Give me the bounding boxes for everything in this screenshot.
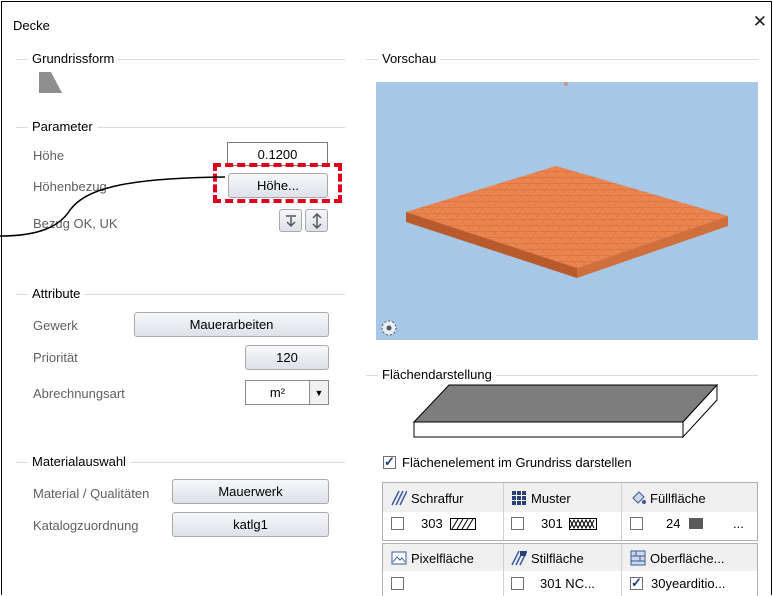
fill-value: 24	[666, 516, 681, 531]
billing-type-select[interactable]: m² ▼	[245, 380, 329, 405]
surface-display-preview	[412, 383, 719, 439]
group-title-materialauswahl: Materialauswahl	[28, 454, 130, 469]
hatching-checkbox[interactable]	[391, 517, 404, 530]
height-reference-label: Höhenbezug	[33, 179, 107, 194]
hatching-value: 303	[421, 516, 443, 531]
texture-surface-header[interactable]: Oberfläche...	[630, 550, 724, 566]
title-bar: Decke ✕	[2, 2, 771, 42]
priority-button[interactable]: 120	[245, 345, 329, 370]
3d-preview[interactable]	[376, 82, 758, 340]
group-title-grundrissform: Grundrissform	[28, 51, 119, 66]
group-title-flaechendarstellung: Flächendarstellung	[378, 367, 496, 382]
floorplan-shape-icon[interactable]	[37, 70, 64, 95]
window-title: Decke	[13, 18, 50, 33]
material-label: Material / Qualitäten	[33, 486, 150, 501]
pattern-header[interactable]: Muster	[511, 490, 571, 506]
group-title-attribute: Attribute	[28, 286, 85, 301]
hatching-icon	[391, 490, 407, 506]
group-title-vorschau: Vorschau	[378, 51, 441, 66]
trade-button[interactable]: Mauerarbeiten	[134, 312, 329, 337]
pixel-surface-label: Pixelfläche	[411, 550, 474, 566]
fill-more-button[interactable]: ...	[733, 516, 744, 531]
reference-top-icon[interactable]	[279, 209, 302, 232]
texture-surface-icon	[630, 550, 646, 566]
fill-bucket-icon	[632, 491, 646, 504]
style-surface-value: 301 NC...	[540, 576, 595, 591]
show-surface-checkbox[interactable]	[383, 454, 396, 470]
fill-swatch-icon	[689, 518, 703, 529]
chevron-down-icon[interactable]: ▼	[309, 381, 328, 404]
pixel-surface-header[interactable]: Pixelfläche	[391, 550, 474, 566]
show-surface-label: Flächenelement im Grundriss darstellen	[402, 455, 632, 470]
trade-label: Gewerk	[33, 318, 78, 333]
style-surface-label: Stilfläche	[531, 550, 584, 566]
reference-ok-uk-label: Bezug OK, UK	[33, 216, 118, 231]
group-title-parameter: Parameter	[28, 119, 97, 134]
catalog-label: Katalogzuordnung	[33, 518, 139, 533]
pattern-label: Muster	[531, 490, 571, 506]
hatching-swatch-icon	[450, 518, 476, 530]
reference-both-icon[interactable]	[305, 209, 328, 232]
orbit-icon[interactable]	[380, 319, 398, 337]
billing-type-label: Abrechnungsart	[33, 386, 125, 401]
height-label: Höhe	[33, 148, 65, 163]
style-surface-header[interactable]: Stilfläche	[511, 550, 584, 566]
fill-label: Füllfläche	[650, 490, 706, 506]
pattern-checkbox[interactable]	[511, 517, 524, 530]
material-button[interactable]: Mauerwerk	[172, 479, 329, 504]
style-surface-checkbox[interactable]	[511, 577, 524, 590]
pixel-surface-icon	[391, 551, 407, 565]
pattern-icon	[512, 491, 526, 505]
fill-header[interactable]: Füllfläche	[630, 490, 706, 506]
pattern-value: 301	[541, 516, 563, 531]
hatching-header[interactable]: Schraffur	[391, 490, 464, 506]
texture-surface-label: Oberfläche...	[650, 550, 725, 566]
texture-surface-value: 30yearditio...	[651, 576, 726, 591]
priority-label: Priorität	[33, 350, 78, 365]
texture-surface-checkbox[interactable]	[630, 575, 643, 591]
close-icon[interactable]: ✕	[753, 13, 767, 30]
highlight-box	[213, 163, 342, 203]
style-surface-icon	[511, 550, 527, 566]
hatching-label: Schraffur	[411, 490, 464, 506]
catalog-button[interactable]: katlg1	[172, 512, 329, 537]
pixel-surface-checkbox[interactable]	[391, 577, 404, 590]
fill-checkbox[interactable]	[630, 517, 643, 530]
pattern-swatch-icon	[569, 518, 597, 530]
billing-type-value: m²	[269, 385, 286, 400]
